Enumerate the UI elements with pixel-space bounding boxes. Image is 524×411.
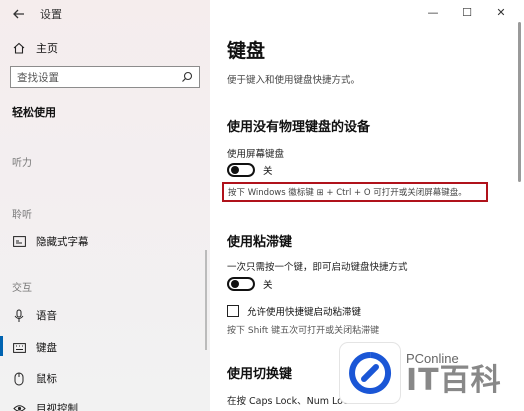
watermark-text: PConline IT百科 (406, 351, 502, 396)
sticky-keys-toggle[interactable] (227, 277, 255, 291)
hint-text: 按下 Windows 徽标键 ⊞ + Ctrl + O 可打开或关闭屏幕键盘。 (228, 188, 467, 198)
window-controls: — ☐ ✕ (416, 4, 518, 20)
search-icon (182, 71, 193, 82)
maximize-button[interactable]: ☐ (450, 4, 484, 20)
sidebar-item-label: 目视控制 (36, 403, 78, 411)
sidebar-item-label: 隐藏式字幕 (36, 236, 89, 248)
sidebar-item-eye-control[interactable]: 目视控制 (12, 401, 78, 411)
sidebar-scrollbar[interactable] (205, 250, 207, 350)
section-heading-onscreen-keyboard: 使用没有物理键盘的设备 (227, 120, 371, 135)
page-description: 便于键入和使用键盘快捷方式。 (227, 75, 361, 86)
sidebar-item-label: 语音 (36, 310, 57, 322)
group-label-interaction: 交互 (12, 283, 32, 294)
sidebar-item-label: 主页 (36, 42, 58, 55)
sticky-keys-shortcut-checkbox[interactable] (227, 305, 239, 317)
mouse-icon (12, 372, 26, 386)
close-button[interactable]: ✕ (484, 4, 518, 20)
toggle-keys-label: 在按 Caps Lock、Num Lock (227, 396, 354, 407)
sticky-keys-toggle-row[interactable]: 关 (227, 277, 273, 291)
sidebar-item-mouse[interactable]: 鼠标 (12, 371, 57, 386)
group-label-hearing: 聆听 (12, 210, 32, 221)
microphone-icon (12, 309, 26, 323)
window-title: 设置 (40, 8, 62, 21)
onscreen-keyboard-toggle-row[interactable]: 关 (227, 163, 273, 177)
sticky-keys-shortcut-row[interactable]: 允许使用快捷键启动粘滞键 (227, 304, 361, 318)
captions-icon (12, 235, 26, 249)
page-title: 键盘 (227, 40, 266, 62)
watermark-logo-icon (340, 343, 400, 403)
back-arrow-icon[interactable] (12, 7, 26, 21)
sidebar-item-captions[interactable]: 隐藏式字幕 (12, 234, 89, 249)
onscreen-keyboard-toggle[interactable] (227, 163, 255, 177)
toggle-state-label: 关 (263, 166, 273, 177)
eye-icon (12, 402, 26, 411)
sidebar-item-speech[interactable]: 语音 (12, 308, 57, 323)
sidebar-item-label: 鼠标 (36, 373, 57, 385)
home-icon (13, 42, 25, 54)
minimize-button[interactable]: — (416, 4, 450, 20)
sidebar-item-keyboard[interactable]: 键盘 (12, 340, 57, 355)
sticky-keys-label: 一次只需按一个键，即可启动键盘快捷方式 (227, 262, 408, 273)
selection-indicator (0, 336, 3, 356)
sidebar-item-label: 键盘 (36, 342, 57, 354)
sidebar: 设置 主页 查找设置 轻松使用 听力 聆听 隐藏式字幕 交互 语音 键盘 鼠标 (0, 0, 210, 411)
search-placeholder: 查找设置 (17, 71, 59, 84)
search-input[interactable]: 查找设置 (10, 66, 200, 88)
watermark-big: IT百科 (406, 362, 502, 398)
section-heading-toggle-keys: 使用切换键 (227, 367, 293, 382)
toggle-state-label: 关 (263, 280, 273, 291)
title-bar: 设置 (12, 6, 62, 22)
sidebar-item-home[interactable]: 主页 (12, 40, 58, 56)
onscreen-keyboard-label: 使用屏幕键盘 (227, 149, 285, 160)
sidebar-section-title: 轻松使用 (12, 106, 56, 119)
pconline-watermark: PConline IT百科 (340, 335, 524, 411)
keyboard-icon (12, 341, 26, 355)
checkbox-label: 允许使用快捷键启动粘滞键 (247, 307, 362, 318)
group-label-listen: 听力 (12, 158, 32, 169)
section-heading-sticky-keys: 使用粘滞键 (227, 235, 293, 250)
main-scrollbar[interactable] (518, 22, 521, 182)
highlighted-hint: 按下 Windows 徽标键 ⊞ + Ctrl + O 可打开或关闭屏幕键盘。 (222, 182, 488, 202)
